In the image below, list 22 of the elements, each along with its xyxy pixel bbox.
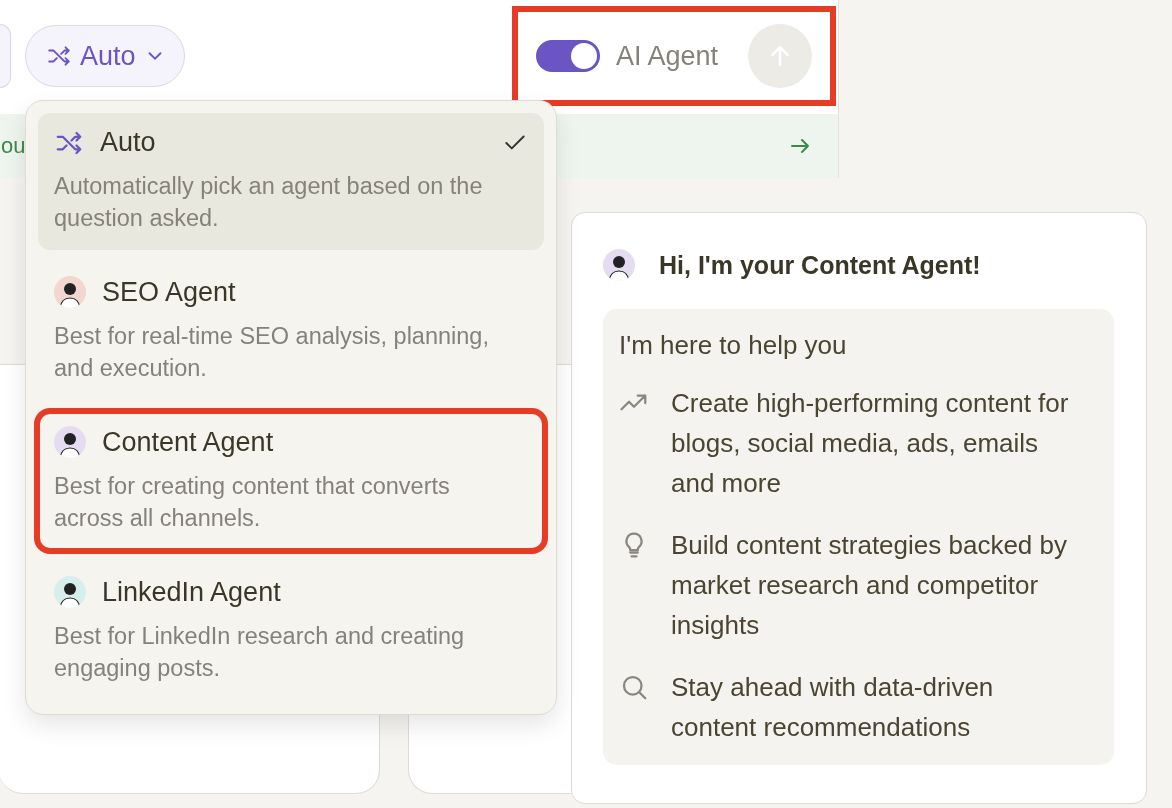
intro-text: I'm here to help you <box>619 329 848 362</box>
agent-name: Content Agent <box>102 426 274 458</box>
banner-text: ou <box>1 133 26 159</box>
agent-option[interactable]: LinkedIn Agent Best for LinkedIn research and creating engaging posts. <box>38 562 544 700</box>
chat-greeting: Hi, I'm your Content Agent! <box>659 250 981 280</box>
agent-option[interactable]: Auto Automatically pick an agent based on the question asked. <box>38 113 544 250</box>
agent-name: Auto <box>100 127 156 158</box>
capability-text: Build content strategies backed by market research and competitor insights <box>671 529 1069 642</box>
agent-name: LinkedIn Agent <box>102 576 281 608</box>
agent-mode-dropdown[interactable]: Auto <box>25 25 185 87</box>
agent-description: Best for real-time SEO analysis, planning, and execution. <box>54 322 490 383</box>
capability-text: Create high-performing content for blogs, social media, ads, emails and more <box>671 387 1070 500</box>
agent-description: Best for LinkedIn research and creating engaging posts. <box>54 622 466 683</box>
ai-agent-toggle[interactable] <box>535 40 600 72</box>
agent-option[interactable]: SEO Agent Best for real-time SEO analysis, planning, and execution. <box>38 262 544 400</box>
agent-description: Automatically pick an agent based on the question asked. <box>54 172 484 233</box>
ai-agent-label: AI Agent <box>615 40 718 72</box>
agent-name: SEO Agent <box>102 276 236 308</box>
capability-text: Stay ahead with data-driven content recommendations <box>671 671 995 744</box>
agent-description: Best for creating content that converts across all channels. <box>54 472 451 533</box>
shuffle-icon <box>46 43 72 69</box>
agent-option[interactable]: Content Agent Best for creating content that converts across all channels. <box>38 412 544 550</box>
